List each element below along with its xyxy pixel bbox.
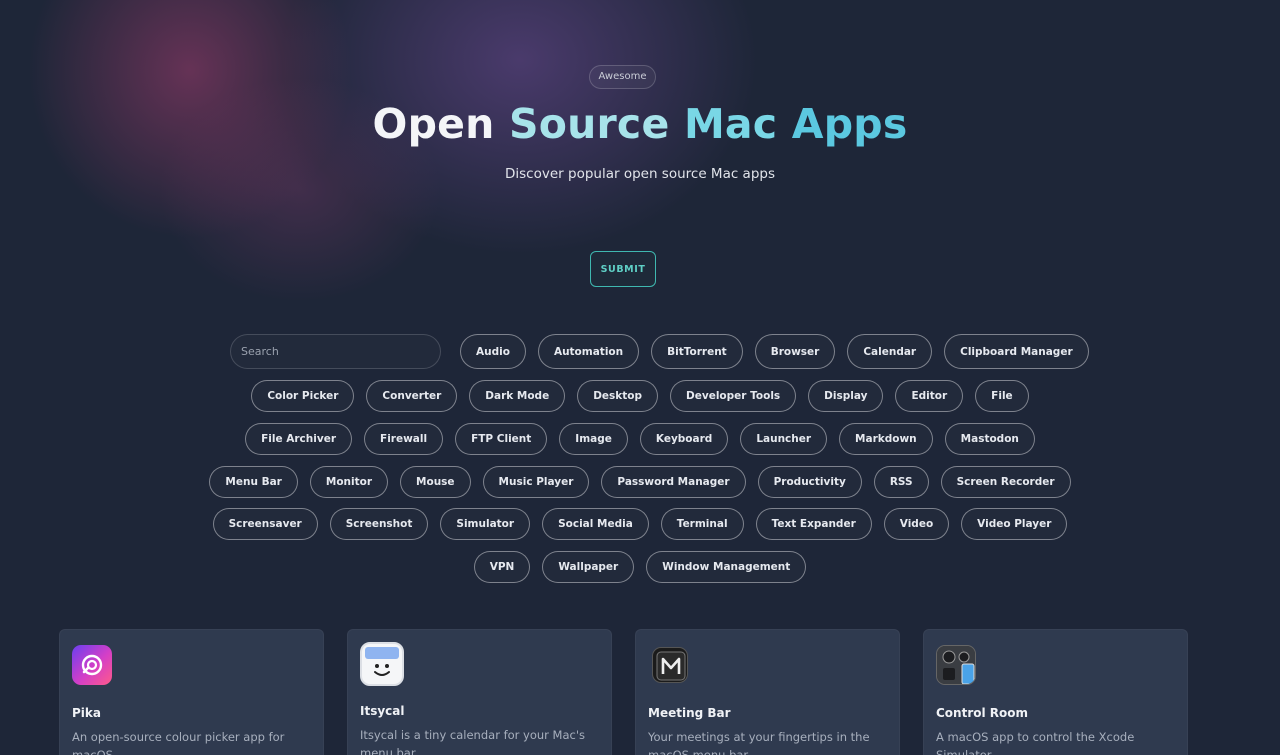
category-chip-bittorrent[interactable]: BitTorrent — [651, 334, 743, 369]
category-chip-keyboard[interactable]: Keyboard — [639, 423, 729, 455]
category-chip-rss[interactable]: RSS — [873, 466, 929, 498]
category-chip-markdown[interactable]: Markdown — [839, 423, 933, 455]
category-chip-mouse[interactable]: Mouse — [400, 466, 471, 498]
category-chip-ftp-client[interactable]: FTP Client — [455, 423, 548, 455]
category-chip-screen-recorder[interactable]: Screen Recorder — [940, 466, 1071, 498]
app-card-description: A macOS app to control the Xcode Simulat… — [936, 730, 1135, 755]
category-chip-desktop[interactable]: Desktop — [577, 380, 659, 412]
category-chip-firewall[interactable]: Firewall — [364, 423, 444, 455]
category-chip-automation[interactable]: Automation — [537, 334, 640, 369]
category-chip-launcher[interactable]: Launcher — [740, 423, 828, 455]
search-input[interactable] — [230, 334, 441, 369]
awesome-badge: Awesome — [589, 65, 656, 89]
app-card-description: Itsycal is a tiny calendar for your Mac'… — [360, 728, 586, 755]
category-chip-window-management[interactable]: Window Management — [646, 551, 807, 583]
category-chip-music-player[interactable]: Music Player — [482, 466, 590, 498]
category-chip-social-media[interactable]: Social Media — [542, 508, 649, 540]
category-row-2: Color Picker Converter Dark Mode Desktop Dev… — [0, 380, 1280, 412]
page-title: Open Source Mac Apps — [0, 100, 1280, 148]
title-word-source: Source — [509, 100, 670, 148]
category-chip-editor[interactable]: Editor — [895, 380, 964, 412]
category-chip-file-archiver[interactable]: File Archiver — [245, 423, 353, 455]
category-chip-browser[interactable]: Browser — [754, 334, 836, 369]
pika-icon — [72, 645, 112, 685]
category-chip-image[interactable]: Image — [559, 423, 628, 455]
category-chip-wallpaper[interactable]: Wallpaper — [542, 551, 635, 583]
category-chip-clipboard-manager[interactable]: Clipboard Manager — [944, 334, 1089, 369]
app-card-title: Meeting Bar — [648, 706, 731, 720]
category-chip-developer-tools[interactable]: Developer Tools — [670, 380, 797, 412]
category-chip-audio[interactable]: Audio — [460, 334, 526, 369]
category-chip-converter[interactable]: Converter — [366, 380, 458, 412]
category-chip-monitor[interactable]: Monitor — [309, 466, 389, 498]
app-card-description: Your meetings at your fingertips in the … — [648, 730, 870, 755]
app-card-title: Pika — [72, 706, 101, 720]
submit-button[interactable]: SUBMIT — [590, 251, 656, 287]
category-chip-mastodon[interactable]: Mastodon — [944, 423, 1035, 455]
itsycal-icon — [360, 642, 404, 686]
app-card-description: An open-source colour picker app for mac… — [72, 730, 285, 755]
category-chip-video-player[interactable]: Video Player — [961, 508, 1068, 540]
category-chip-terminal[interactable]: Terminal — [660, 508, 744, 540]
app-card-pika[interactable]: Pika An open-source colour picker app fo… — [59, 629, 324, 755]
category-chip-screensaver[interactable]: Screensaver — [212, 508, 318, 540]
category-chip-file[interactable]: File — [975, 380, 1029, 412]
category-row-4: Menu Bar Monitor Mouse Music Player Password… — [0, 466, 1280, 498]
app-card-list: Pika An open-source colour picker app fo… — [59, 629, 1188, 755]
page: Awesome Open Source Mac Apps Discover po… — [0, 0, 1280, 755]
app-card-title: Control Room — [936, 706, 1029, 720]
category-chip-color-picker[interactable]: Color Picker — [251, 380, 355, 412]
category-chip-simulator[interactable]: Simulator — [440, 508, 531, 540]
app-card-meeting-bar[interactable]: Meeting Bar Your meetings at your finger… — [635, 629, 900, 755]
meeting-bar-icon — [652, 647, 688, 683]
category-chip-productivity[interactable]: Productivity — [757, 466, 862, 498]
title-word-mac: Mac — [683, 100, 778, 148]
control-room-icon — [936, 645, 976, 685]
app-card-control-room[interactable]: Control Room A macOS app to control the … — [923, 629, 1188, 755]
title-word-apps: Apps — [791, 100, 908, 148]
category-row-6: VPN Wallpaper Window Management — [0, 551, 1280, 583]
title-word-open: Open — [372, 100, 495, 148]
app-card-title: Itsycal — [360, 704, 405, 718]
category-chip-menu-bar[interactable]: Menu Bar — [209, 466, 298, 498]
category-chip-vpn[interactable]: VPN — [473, 551, 531, 583]
app-card-itsycal[interactable]: Itsycal Itsycal is a tiny calendar for y… — [347, 629, 612, 755]
category-chip-video[interactable]: Video — [883, 508, 950, 540]
category-chip-password-manager[interactable]: Password Manager — [601, 466, 746, 498]
page-subtitle: Discover popular open source Mac apps — [505, 166, 775, 182]
category-chip-display[interactable]: Display — [808, 380, 884, 412]
category-chip-calendar[interactable]: Calendar — [847, 334, 933, 369]
category-row-3: File Archiver Firewall FTP Client Image Keyb… — [0, 423, 1280, 455]
category-chip-text-expander[interactable]: Text Expander — [755, 508, 872, 540]
category-chip-screenshot[interactable]: Screenshot — [329, 508, 429, 540]
category-row-5: Screensaver Screenshot Simulator Social Med… — [0, 508, 1280, 540]
category-chip-dark-mode[interactable]: Dark Mode — [469, 380, 566, 412]
category-row-1: Audio Automation BitTorrent Browser Calendar… — [460, 334, 1089, 369]
